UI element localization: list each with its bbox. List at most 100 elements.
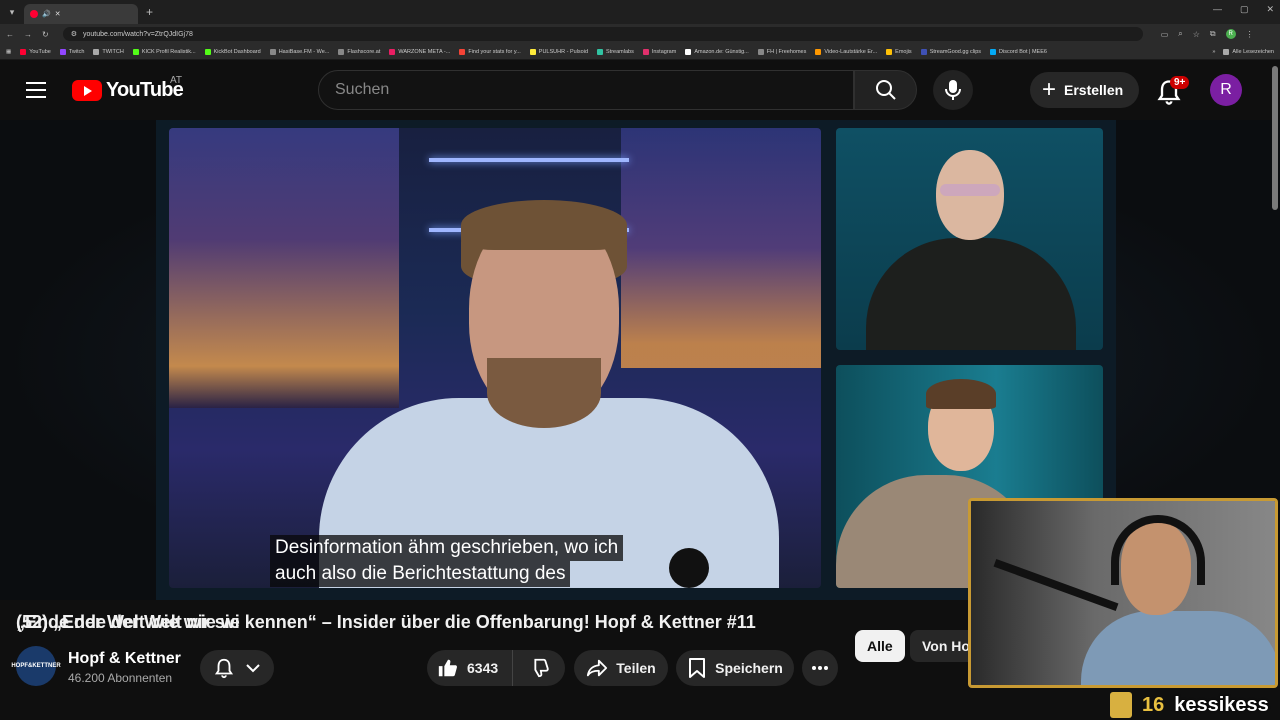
bookmark-icon xyxy=(459,48,466,55)
bookmark-item[interactable]: Twitch xyxy=(59,48,84,55)
bookmark-icon xyxy=(59,48,66,55)
search-box xyxy=(318,70,854,110)
back-icon[interactable]: ← xyxy=(6,30,14,39)
youtube-header: YouTube AT + Erstellen 9+ R xyxy=(0,60,1280,120)
video-subtitles: Desinformation ähm geschrieben, wo ich a… xyxy=(270,535,670,587)
new-tab-button[interactable]: + xyxy=(146,5,153,19)
like-count: 6343 xyxy=(467,660,499,676)
bookmark-icon xyxy=(689,658,706,678)
subscription-bell-button[interactable] xyxy=(200,650,274,686)
bookmark-item[interactable]: HasiBase.FM - We... xyxy=(269,48,329,55)
bookmark-item[interactable]: KickBot Dashboard xyxy=(204,48,261,55)
extensions-icon[interactable]: ⧉ xyxy=(1210,29,1216,39)
cast-icon[interactable]: ▭ xyxy=(1161,30,1169,39)
youtube-favicon-icon xyxy=(30,10,38,18)
bookmark-icon xyxy=(338,48,345,55)
stream-overlay-bar: 16 kessikess xyxy=(1110,690,1280,720)
all-bookmarks-folder[interactable]: Alle Lesezeichen xyxy=(1223,48,1274,55)
bookmarks-bar: ▦ YouTube Twitch TWITCH KICK Profil Real… xyxy=(0,44,1280,60)
browser-menu-icon[interactable]: ⋮ xyxy=(1246,30,1254,39)
tab-search-icon[interactable]: ▾ xyxy=(0,0,24,24)
channel-name[interactable]: Hopf & Kettner xyxy=(68,650,181,668)
video-title: „Ende der Welt wie wir sie kennen“ – Ins… xyxy=(16,612,756,632)
thumbs-up-icon xyxy=(438,659,457,677)
speaker-beard xyxy=(487,358,601,428)
window-close-icon[interactable]: ✕ xyxy=(1266,4,1274,15)
browser-tabbar: ▾ (52) „Ende der Welt wie wi 🔊 ✕ + — ▢ ✕ xyxy=(0,0,1280,632)
guest-video-top xyxy=(836,128,1103,350)
bookmark-item[interactable]: Emojis xyxy=(886,48,912,55)
bookmark-icon xyxy=(990,48,997,55)
streamer-webcam-overlay xyxy=(968,498,1278,688)
youtube-logo[interactable]: YouTube AT xyxy=(72,75,184,102)
bookmark-item[interactable]: FH | Freehomes xyxy=(757,48,806,55)
chevron-down-icon xyxy=(246,664,260,673)
dislike-button[interactable] xyxy=(513,657,565,679)
speaker-hair-top xyxy=(461,200,627,250)
bookmark-item[interactable]: Find your stats for y... xyxy=(459,48,521,55)
bookmark-icon xyxy=(269,48,276,55)
guest-hair xyxy=(926,379,996,409)
minimize-icon[interactable]: — xyxy=(1213,4,1222,15)
bookmark-item[interactable]: StreamGood.gg clips xyxy=(920,48,981,55)
share-arrow-icon xyxy=(587,659,608,677)
more-horizontal-icon xyxy=(812,666,828,670)
bookmark-item[interactable]: YouTube xyxy=(20,48,51,55)
like-dislike-group: 6343 xyxy=(427,650,565,686)
bell-icon xyxy=(214,658,234,679)
search-button[interactable] xyxy=(854,70,917,110)
bookmark-icon xyxy=(132,48,139,55)
search-input[interactable] xyxy=(335,81,853,99)
url-text: youtube.com/watch?v=ZtrQJdIGj78 xyxy=(82,30,193,38)
bookmark-item[interactable]: PULSUHR - Pulsoid xyxy=(529,48,588,55)
tab-close-icon[interactable]: ✕ xyxy=(55,10,61,18)
bookmark-item[interactable]: Flashscore.at xyxy=(338,48,380,55)
share-button[interactable]: Teilen xyxy=(574,650,668,686)
bookmark-icon xyxy=(886,48,893,55)
subtitle-line: auch also die Berichtestattung des xyxy=(270,561,571,587)
bookmark-item[interactable]: Streamlabs xyxy=(597,48,634,55)
bookmark-icon xyxy=(757,48,764,55)
more-actions-button[interactable] xyxy=(802,650,838,686)
bookmark-icon xyxy=(920,48,927,55)
account-avatar[interactable]: R xyxy=(1210,74,1242,106)
plus-icon: + xyxy=(1042,76,1057,103)
tab-audio-icon: 🔊 xyxy=(42,11,51,18)
maximize-icon[interactable]: ▢ xyxy=(1240,4,1249,15)
folder-icon xyxy=(1223,48,1230,55)
page-scrollbar[interactable] xyxy=(1272,66,1278,210)
bookmark-item[interactable]: Discord Bot | MEE6 xyxy=(990,48,1047,55)
bookmark-item[interactable]: WARZONE META -... xyxy=(389,48,450,55)
create-label: Erstellen xyxy=(1064,82,1124,98)
address-bar[interactable]: ⚙ youtube.com/watch?v=ZtrQJdIGj78 xyxy=(62,27,1143,41)
channel-avatar[interactable]: HOPF&KETTNER xyxy=(11,646,61,686)
browser-profile-icon[interactable]: R xyxy=(1225,29,1236,39)
bookmark-item[interactable]: Instagram xyxy=(642,48,676,55)
bookmark-icon xyxy=(815,48,822,55)
main-speaker-video xyxy=(169,128,821,588)
apps-icon[interactable]: ▦ xyxy=(6,49,11,55)
bookmark-star-icon[interactable]: ☆ xyxy=(1193,30,1200,39)
bookmark-item[interactable]: KICK Profil Realistik... xyxy=(132,48,196,55)
save-button[interactable]: Speichern xyxy=(676,650,794,686)
bookmark-item[interactable]: Amazon.de: Günstig... xyxy=(685,48,749,55)
site-info-icon[interactable]: ⚙ xyxy=(71,30,77,38)
more-bookmarks-icon[interactable]: » xyxy=(1212,49,1215,55)
channel-logo-text: HOPF&KETTNER xyxy=(11,663,61,669)
filter-chip-all[interactable]: Alle xyxy=(855,630,905,662)
create-button[interactable]: + Erstellen xyxy=(1030,72,1140,108)
city-backdrop-left xyxy=(169,128,399,408)
like-button[interactable]: 6343 xyxy=(427,650,514,686)
bookmark-icon xyxy=(529,48,536,55)
stream-counter: 16 xyxy=(1142,693,1165,716)
bookmark-item[interactable]: Video-Lautstärke Er... xyxy=(815,48,877,55)
bookmark-item[interactable]: TWITCH xyxy=(93,48,124,55)
zoom-icon[interactable]: ⌕ xyxy=(1178,29,1182,39)
forward-icon[interactable]: → xyxy=(24,30,32,39)
country-code: AT xyxy=(170,75,183,86)
city-backdrop-right xyxy=(621,128,821,368)
voice-search-button[interactable] xyxy=(933,70,973,110)
reload-icon[interactable]: ↻ xyxy=(42,30,49,39)
menu-icon[interactable] xyxy=(26,82,46,98)
browser-tab-active[interactable]: (52) „Ende der Welt wie wi 🔊 ✕ xyxy=(16,4,240,632)
